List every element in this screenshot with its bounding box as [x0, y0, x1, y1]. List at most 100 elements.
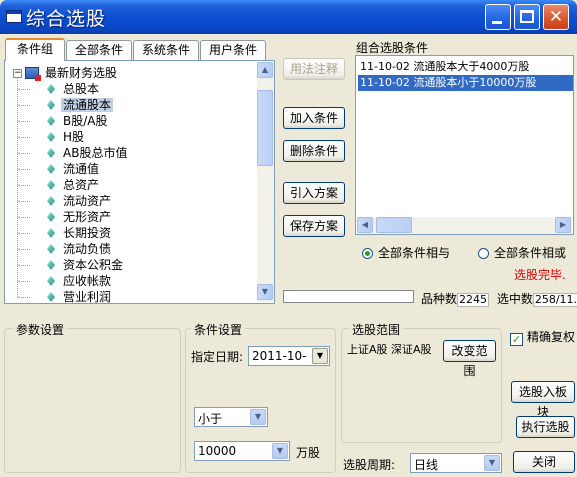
tree-item-label: 流动负债: [63, 242, 112, 256]
tree-item[interactable]: 长期投资: [47, 225, 113, 241]
tree-item-label: 流通股本: [61, 98, 114, 112]
logic-and-label: 全部条件相与: [378, 246, 451, 260]
scroll-left-icon[interactable]: ◀: [357, 217, 373, 233]
precise-adjust-label: 精确复权: [527, 330, 576, 344]
tree-item-label: AB股总市值: [63, 146, 128, 160]
tree-item[interactable]: 总股本: [47, 81, 101, 97]
tree-root-label: 最新财务选股: [45, 66, 118, 80]
logic-or-radio[interactable]: 全部条件相或: [478, 244, 566, 261]
range-text: 上证A股 深证A股: [347, 343, 432, 356]
tree-branch-line: [18, 249, 30, 250]
logic-or-label: 全部条件相或: [494, 246, 567, 260]
unit-label: 万股: [296, 446, 321, 460]
tree-item[interactable]: 营业利润: [47, 289, 113, 305]
tree-item[interactable]: 总资产: [47, 177, 101, 193]
params-group: [4, 328, 181, 473]
tree-branch-line: [18, 137, 30, 138]
delete-condition-button[interactable]: 删除条件: [283, 140, 345, 162]
condition-list-item[interactable]: 11-10-02 流通股本大于4000万股: [358, 59, 573, 75]
tree-guide-line: [17, 75, 18, 297]
tree-item-label: 总股本: [63, 82, 100, 96]
tree-item[interactable]: 流通股本: [47, 97, 114, 113]
tree-item[interactable]: AB股总市值: [47, 145, 129, 161]
tree-branch-line: [18, 153, 30, 154]
chevron-down-icon[interactable]: ▼: [484, 455, 500, 471]
tree-item[interactable]: 应收帐款: [47, 273, 113, 289]
leaf-node-icon: [47, 276, 55, 286]
chevron-down-icon[interactable]: ▼: [312, 348, 328, 364]
save-plan-button[interactable]: 保存方案: [283, 215, 345, 237]
minimize-icon: [492, 21, 502, 24]
title-bar[interactable]: 综合选股 ✕: [0, 0, 577, 34]
chevron-down-icon[interactable]: ▼: [272, 443, 288, 459]
tree-item-label: 流动资产: [63, 194, 112, 208]
collapse-icon[interactable]: −: [13, 69, 22, 78]
minimize-button[interactable]: [485, 4, 511, 30]
leaf-node-icon: [47, 260, 55, 270]
tab-user-conditions[interactable]: 用户条件: [200, 40, 266, 60]
tree-item[interactable]: B股/A股: [47, 113, 110, 129]
tab-all-conditions[interactable]: 全部条件: [66, 40, 132, 60]
tree-item[interactable]: H股: [47, 129, 86, 145]
execute-button[interactable]: 执行选股: [516, 416, 575, 438]
amount-value: 10000: [198, 444, 237, 458]
import-plan-button[interactable]: 引入方案: [283, 182, 345, 204]
tree-item[interactable]: 无形资产: [47, 209, 113, 225]
period-value: 日线: [414, 458, 439, 472]
date-picker[interactable]: 2011-10- ▼: [248, 346, 330, 366]
condition-tree[interactable]: − 最新财务选股 总股本流通股本 B股/A股 H股 AB股总市值 流通值 总资产流动资产无…: [4, 60, 275, 304]
tree-branch-line: [18, 265, 30, 266]
close-button[interactable]: 关闭: [513, 451, 575, 473]
maximize-icon: [520, 10, 534, 23]
tree-branch-line: [18, 297, 30, 298]
scroll-right-icon[interactable]: ▶: [555, 217, 571, 233]
usage-notes-button[interactable]: 用法注释: [283, 58, 345, 80]
amount-input[interactable]: 10000 ▼: [194, 441, 290, 461]
leaf-node-icon: [47, 292, 55, 302]
tree-branch-line: [18, 233, 30, 234]
leaf-node-icon: [47, 164, 55, 174]
tree-branch-line: [18, 281, 30, 282]
count-label: 品种数: [421, 292, 458, 306]
scroll-down-icon[interactable]: ▼: [257, 284, 273, 300]
folder-icon: [25, 67, 41, 81]
leaf-node-icon: [47, 116, 55, 126]
tree-item[interactable]: 流动资产: [47, 193, 113, 209]
combined-conditions-list[interactable]: 11-10-02 流通股本大于4000万股 11-10-02 流通股本小于1000…: [355, 55, 574, 235]
scroll-up-icon[interactable]: ▲: [257, 62, 273, 78]
scroll-thumb[interactable]: [257, 90, 273, 166]
tree-item-label: 长期投资: [63, 226, 112, 240]
tree-item[interactable]: 流动负债: [47, 241, 113, 257]
period-label: 选股周期:: [343, 458, 396, 472]
leaf-node-icon: [47, 180, 55, 190]
conditions-hscrollbar[interactable]: ◀ ▶: [357, 217, 572, 234]
tree-root[interactable]: 最新财务选股: [25, 65, 119, 81]
period-select[interactable]: 日线 ▼: [410, 453, 502, 473]
logic-and-radio[interactable]: 全部条件相与: [362, 244, 450, 261]
tab-system-conditions[interactable]: 系统条件: [133, 40, 199, 60]
precise-adjust-checkbox[interactable]: ✓ 精确复权: [510, 328, 575, 346]
tree-scrollbar[interactable]: ▲ ▼: [257, 62, 274, 302]
tab-condition-group[interactable]: 条件组: [5, 38, 65, 61]
tree-item-label: 资本公积金: [63, 258, 124, 272]
count-group: 品种数2245 选中数258/11.5: [421, 290, 577, 307]
leaf-node-icon: [47, 148, 55, 158]
maximize-button[interactable]: [514, 4, 540, 30]
operator-select[interactable]: 小于 ▼: [194, 407, 268, 427]
add-condition-button[interactable]: 加入条件: [283, 107, 345, 129]
tree-branch-line: [18, 201, 30, 202]
tree-item[interactable]: 资本公积金: [47, 257, 125, 273]
add-to-block-button[interactable]: 选股入板块: [511, 381, 575, 419]
tree-item-label: 营业利润: [63, 290, 112, 304]
radio-off-icon: [478, 248, 489, 259]
condition-list-item[interactable]: 11-10-02 流通股本小于10000万股: [358, 75, 573, 91]
tree-item-label: 总资产: [63, 178, 100, 192]
change-range-button[interactable]: 改变范围: [443, 340, 496, 378]
chevron-down-icon[interactable]: ▼: [250, 409, 266, 425]
tree-item[interactable]: 流通值: [47, 161, 101, 177]
close-window-button[interactable]: ✕: [543, 4, 569, 30]
hscroll-thumb[interactable]: [376, 217, 412, 233]
leaf-node-icon: [47, 84, 55, 94]
tree-branch-line: [18, 89, 30, 90]
tree-branch-line: [18, 169, 30, 170]
